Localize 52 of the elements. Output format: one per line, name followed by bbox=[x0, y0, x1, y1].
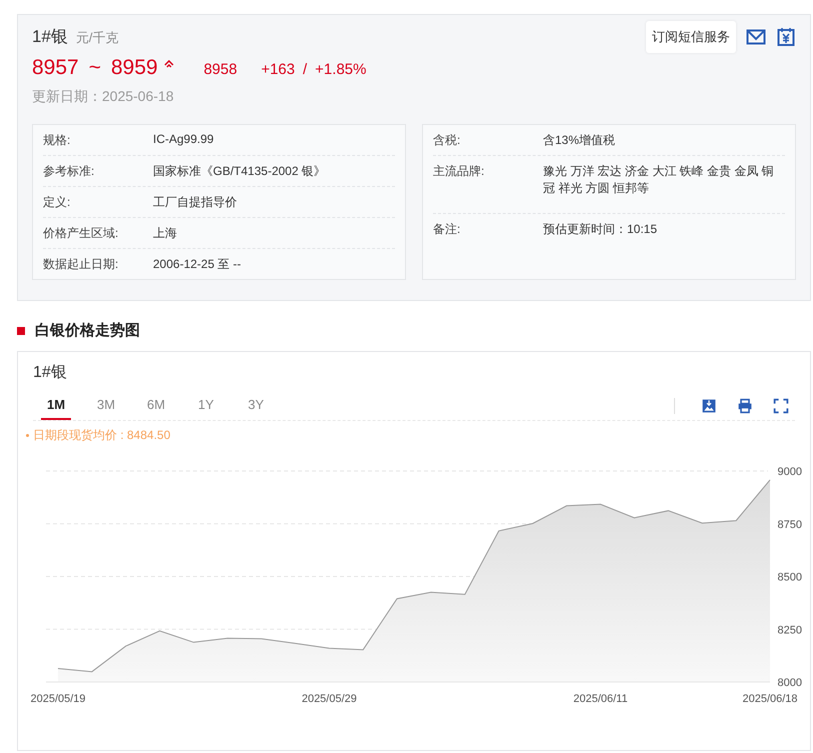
field-value: 工厂自提指导价 bbox=[153, 194, 238, 211]
change-percent: +1.85% bbox=[315, 61, 366, 78]
average-price: 8958 bbox=[204, 61, 238, 78]
field-label: 规格: bbox=[43, 132, 72, 149]
field-value: 豫光 万洋 宏达 济金 大江 铁峰 金贵 金凤 铜冠 祥光 方圆 恒邦等 bbox=[543, 163, 775, 197]
bullet-icon bbox=[26, 434, 29, 437]
field-value: 国家标准《GB/T4135-2002 银》 bbox=[153, 163, 327, 180]
field-label: 主流品牌: bbox=[433, 163, 486, 180]
range-tab[interactable]: 1M bbox=[41, 397, 71, 420]
up-arrow-icon bbox=[164, 60, 174, 68]
field-label: 数据起止日期: bbox=[43, 256, 120, 273]
x-axis-label: 2025/05/19 bbox=[30, 693, 86, 705]
field-label: 备注: bbox=[433, 221, 462, 238]
mail-icon[interactable] bbox=[746, 27, 766, 47]
range-tab[interactable]: 6M bbox=[141, 397, 171, 420]
subscribe-sms-button[interactable]: 订阅短信服务 bbox=[646, 21, 736, 53]
field-value: 含13%增值税 bbox=[543, 132, 616, 149]
y-axis-label: 8000 bbox=[778, 677, 802, 689]
x-axis-label: 2025/06/11 bbox=[573, 693, 628, 705]
section-heading: 白银价格走势图 bbox=[35, 321, 140, 340]
field-value: IC-Ag99.99 bbox=[153, 132, 215, 148]
average-price-note: 日期段现货均价 : 8484.50 bbox=[33, 427, 170, 444]
price-high: 8959 bbox=[110, 56, 158, 80]
price-low: 8957 bbox=[32, 56, 79, 80]
range-separator: ~ bbox=[88, 56, 101, 80]
yen-calendar-icon[interactable] bbox=[776, 27, 796, 47]
slash-separator: / bbox=[302, 61, 308, 78]
y-axis-label: 8500 bbox=[778, 572, 802, 584]
field-label: 参考标准: bbox=[43, 163, 96, 180]
y-axis-label: 8750 bbox=[778, 518, 802, 531]
y-axis-label: 9000 bbox=[778, 466, 802, 478]
x-axis-label: 2025/05/29 bbox=[302, 693, 357, 705]
fullscreen-button[interactable] bbox=[773, 398, 789, 414]
field-value: 上海 bbox=[153, 225, 178, 242]
range-tab[interactable]: 3Y bbox=[241, 397, 271, 420]
range-tab[interactable]: 3M bbox=[91, 397, 121, 420]
range-tab[interactable]: 1Y bbox=[191, 397, 221, 420]
field-label: 价格产生区域: bbox=[43, 225, 120, 242]
price-change: +163 bbox=[261, 61, 295, 78]
download-image-button[interactable] bbox=[701, 398, 717, 414]
update-date: 更新日期：2025-06-18 bbox=[32, 88, 175, 106]
product-name: 1#银 bbox=[32, 26, 68, 48]
chart-title: 1#银 bbox=[33, 363, 68, 383]
field-value: 2006-12-25 至 -- bbox=[153, 256, 242, 273]
section-marker bbox=[17, 326, 25, 334]
y-axis-label: 8250 bbox=[778, 624, 802, 636]
field-label: 定义: bbox=[43, 194, 72, 211]
field-label: 含税: bbox=[433, 132, 462, 149]
field-value: 预估更新时间：10:15 bbox=[543, 221, 658, 238]
print-button[interactable] bbox=[737, 398, 753, 414]
unit-label: 元/千克 bbox=[76, 29, 119, 47]
x-axis-label: 2025/06/18 bbox=[742, 693, 798, 705]
